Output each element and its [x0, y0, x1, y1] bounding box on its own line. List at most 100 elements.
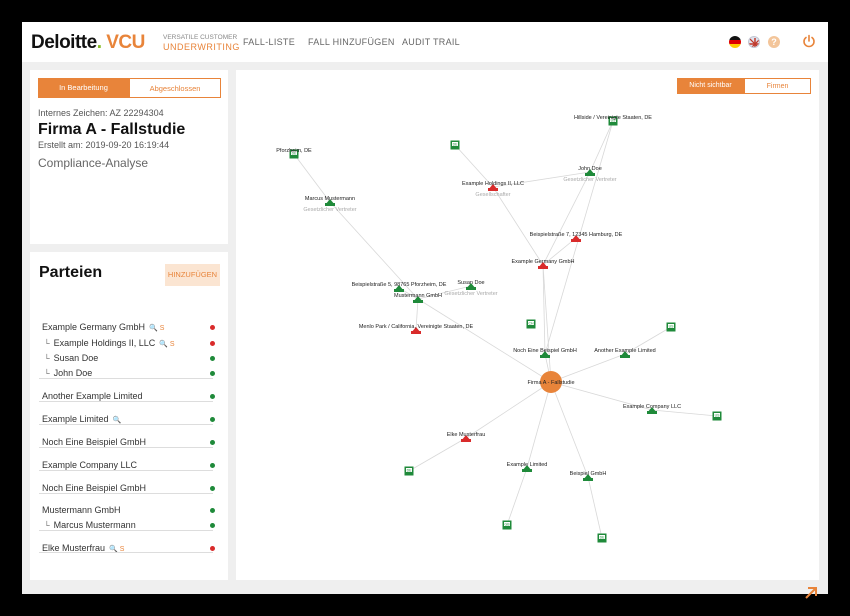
nav-fall-hinzufuegen[interactable]: FALL HINZUFÜGEN [308, 37, 395, 47]
party-row[interactable]: Elke Musterfrau 🔍 S [42, 541, 124, 556]
graph-node[interactable]: Mustermann GmbH [394, 293, 442, 303]
country-flag-node[interactable]: GB [502, 520, 512, 530]
flag-code: GB [504, 523, 510, 527]
tab-abgeschlossen[interactable]: Abgeschlossen [129, 78, 221, 98]
graph-node-label: Menlo Park / California, Vereinigte Staa… [359, 324, 474, 330]
graph-node[interactable]: Elke Musterfrau [447, 432, 486, 442]
status-dot [210, 546, 215, 551]
country-flag-node[interactable]: US [666, 322, 676, 332]
graph-node[interactable]: Menlo Park / California, Vereinigte Staa… [359, 324, 474, 334]
graph-edge [526, 381, 552, 469]
logo-subtitle-line1: VERSATILE CUSTOMER [163, 34, 238, 41]
case-title: Firma A - Fallstudie [38, 121, 186, 138]
party-divider [39, 493, 213, 494]
graph-node-role: Gesellschafter [475, 192, 510, 198]
graph-node-label: Pforzheim, DE [276, 148, 312, 154]
uk-flag-icon[interactable] [748, 36, 760, 48]
case-reference: Internes Zeichen: AZ 22294304 [38, 108, 164, 118]
logo-text: Deloitte [31, 32, 97, 53]
graph-node-role: Gesetzlicher Vertreter [303, 207, 356, 213]
expand-arrow-icon[interactable] [804, 586, 818, 600]
graph-node[interactable]: Example Holdings II, LLC Gesellschafter [462, 181, 524, 198]
graph-node[interactable]: Beispielstraße 5, 98765 Pforzheim, DE [352, 282, 447, 292]
graph-card: Nicht sichtbar Firmen US Hillside / Verei… [236, 70, 819, 580]
country-flag-node[interactable]: USHillside / Vereinigte Staaten, DE [574, 115, 652, 126]
party-row[interactable]: └ Example Holdings II, LLC 🔍 S [44, 336, 175, 351]
party-label: Noch Eine Beispiel GmbH [42, 437, 147, 447]
center-node[interactable]: Firma A - Fallstudie [527, 371, 575, 393]
party-divider [39, 530, 213, 531]
logo-dot: . [96, 32, 102, 53]
party-label: John Doe [53, 368, 93, 378]
graph-edge [542, 171, 591, 266]
child-indent-icon: └ [44, 369, 50, 378]
graph-edge [506, 467, 528, 526]
help-icon[interactable]: ? [768, 36, 780, 48]
country-flag-node[interactable]: DE [450, 140, 460, 150]
graph-node[interactable]: Noch Eine Beispiel GmbH [513, 348, 577, 358]
flag-code: DE [600, 536, 606, 540]
graph-node[interactable]: Susan Doe Gesetzlicher Vertreter [444, 280, 497, 297]
case-card: In Bearbeitung Abgeschlossen Internes Ze… [30, 70, 228, 244]
german-flag-icon[interactable] [729, 36, 741, 48]
status-dot [210, 356, 215, 361]
graph-edge [492, 186, 544, 266]
party-row[interactable]: └ Susan Doe [44, 351, 98, 366]
network-graph[interactable]: USHillside / Vereinigte Staaten, DEDEDEP… [236, 70, 819, 580]
flag-code: US [669, 325, 675, 329]
app-frame: Deloitte. VCU VERSATILE CUSTOMER UNDERWR… [22, 22, 828, 599]
graph-node[interactable]: Marcus Mustermann Gesetzlicher Vertreter [303, 196, 356, 213]
party-row[interactable]: Mustermann GmbH [42, 503, 121, 518]
search-screening-icon[interactable]: 🔍 S [159, 341, 174, 348]
nav-fall-liste[interactable]: FALL-LISTE [243, 37, 295, 47]
party-row[interactable]: Example Germany GmbH 🔍 S [42, 320, 164, 335]
graph-node-label: Beispielstraße 5, 98765 Pforzheim, DE [352, 282, 447, 288]
graph-node-label: Elke Musterfrau [447, 432, 486, 438]
graph-node[interactable]: Another Example Limited [594, 348, 656, 358]
party-label: Example Holdings II, LLC [53, 338, 156, 348]
graph-node-label: Another Example Limited [594, 348, 655, 354]
graph-node-label: Beispielstraße 7, 12345 Hamburg, DE [530, 232, 623, 238]
logo[interactable]: Deloitte. VCU [31, 32, 145, 54]
child-indent-icon: └ [44, 521, 50, 530]
country-flag-node[interactable]: CH [526, 319, 536, 329]
country-flag-node[interactable]: US [712, 411, 722, 421]
status-dot [210, 463, 215, 468]
party-divider [39, 470, 213, 471]
center-node-label: Firma A - Fallstudie [527, 380, 574, 386]
country-flag-node[interactable]: DE [597, 533, 607, 543]
graph-edge [293, 153, 331, 203]
search-screening-icon[interactable]: 🔍 S [149, 325, 164, 332]
graph-node-label: Example Germany GmbH [512, 259, 575, 265]
party-divider [39, 378, 213, 379]
graph-node-role: Gesetzlicher Vertreter [444, 291, 497, 297]
status-dot [210, 486, 215, 491]
graph-node[interactable]: Example Limited [507, 462, 548, 472]
graph-node[interactable]: Example Germany GmbH [512, 259, 575, 269]
party-label: Another Example Limited [42, 391, 143, 401]
graph-edge [408, 437, 467, 472]
status-dot [210, 417, 215, 422]
flag-code: CH [528, 322, 534, 326]
graph-node[interactable]: Example Company LLC [623, 404, 681, 414]
party-label: Mustermann GmbH [42, 505, 121, 515]
graph-node-label: Example Holdings II, LLC [462, 181, 524, 187]
power-icon[interactable] [802, 34, 816, 48]
party-label: Example Limited [42, 414, 109, 424]
country-flag-node[interactable]: DE [404, 466, 414, 476]
search-screening-icon[interactable]: 🔍 [113, 417, 122, 424]
add-party-button[interactable]: HINZUFÜGEN [165, 264, 220, 286]
graph-node-label: John Doe [578, 166, 602, 172]
parties-title: Parteien [39, 264, 103, 281]
graph-node[interactable]: Beispiel GmbH [570, 471, 607, 481]
graph-edge [587, 476, 603, 539]
logo-brand: VCU [106, 32, 145, 53]
tab-in-bearbeitung[interactable]: In Bearbeitung [38, 78, 129, 98]
graph-node[interactable]: Beispielstraße 7, 12345 Hamburg, DE [530, 232, 623, 242]
nav-audit-trail[interactable]: AUDIT TRAIL [402, 37, 460, 47]
status-dot [210, 341, 215, 346]
country-flag-node[interactable]: DEPforzheim, DE [276, 148, 312, 159]
party-label: Susan Doe [53, 353, 99, 363]
status-dot [210, 508, 215, 513]
graph-node-label: Beispiel GmbH [570, 471, 607, 477]
